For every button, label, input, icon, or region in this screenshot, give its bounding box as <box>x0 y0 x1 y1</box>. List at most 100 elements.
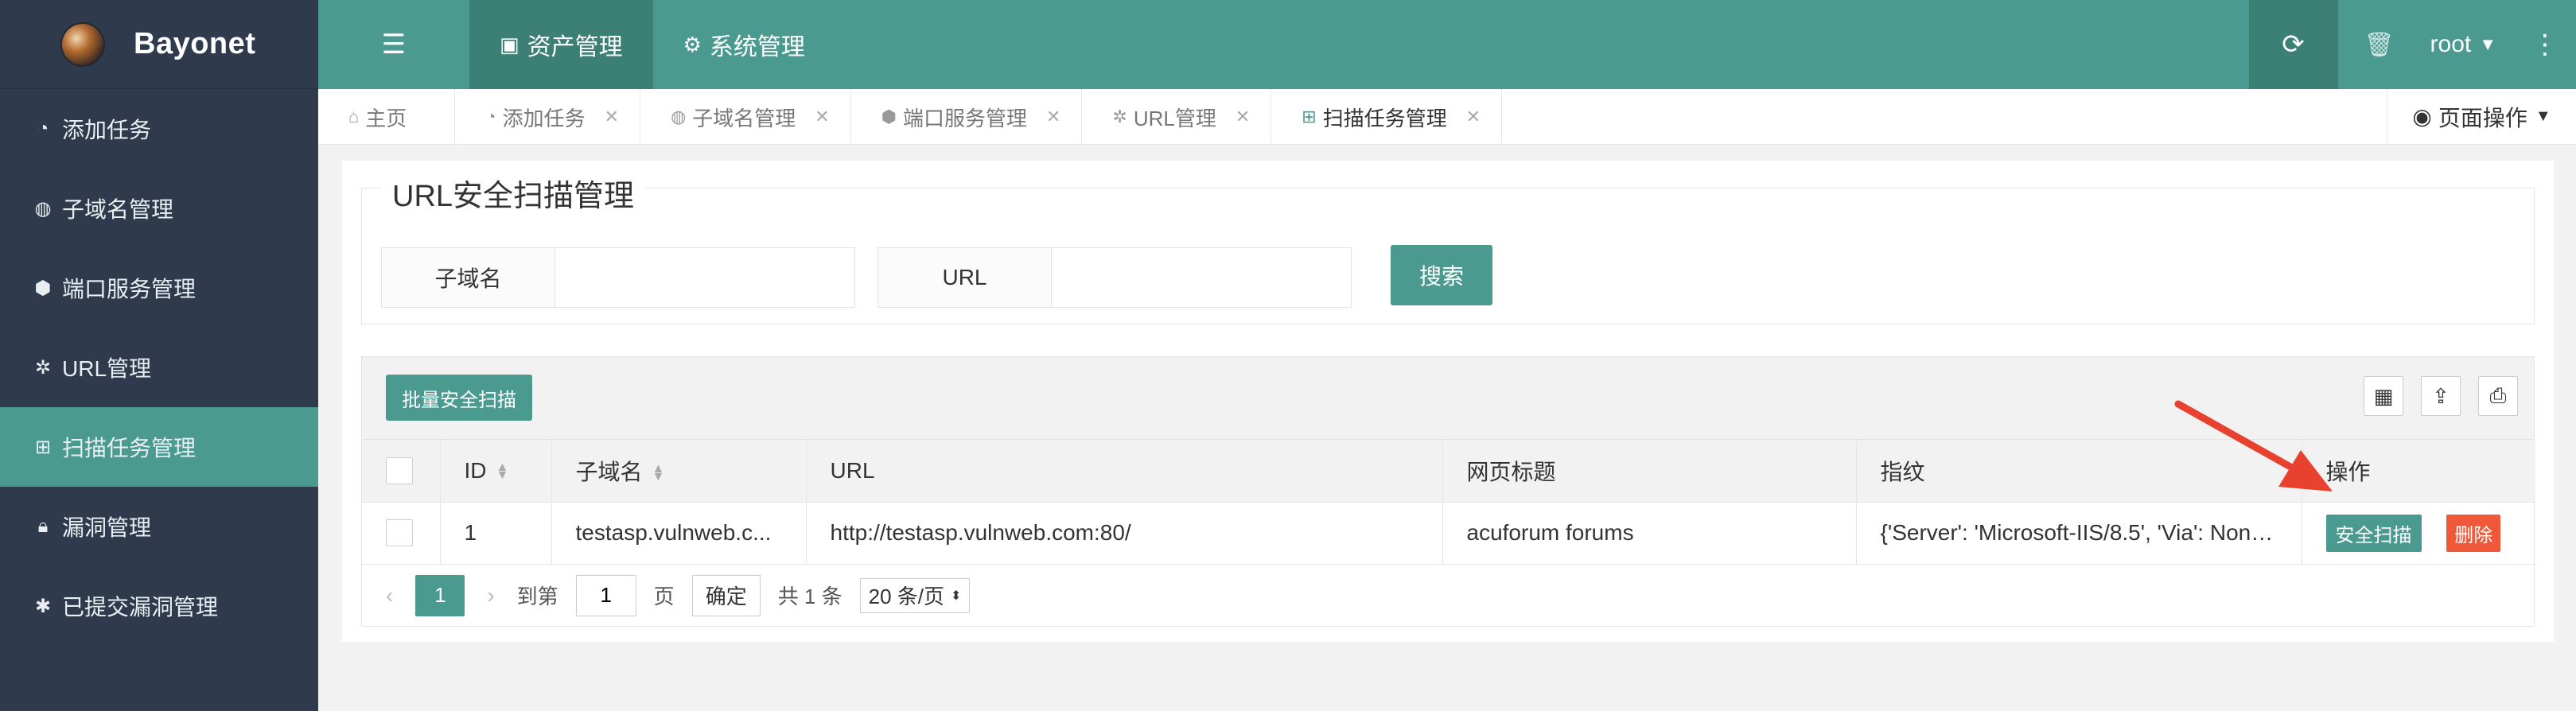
current-page[interactable]: 1 <box>415 574 465 616</box>
pagination: ‹ 1 › 到第 页 确定 共 1 条 20 条/页 ⬍ <box>362 565 2534 627</box>
batch-scan-button[interactable]: 批量安全扫描 <box>386 375 532 421</box>
page-tab-home[interactable]: ⌂ 主页 <box>318 89 456 145</box>
logo-area: Bayonet <box>0 0 318 89</box>
cogs-icon: ⚙ <box>683 32 702 56</box>
paw-icon: ✲ <box>34 356 52 379</box>
cell-actions: 安全扫描 删除 <box>2302 502 2535 565</box>
page-operations-menu[interactable]: ◉ 页面操作 ▼ <box>2387 89 2576 144</box>
total-count: 共 1 条 <box>777 585 842 608</box>
address-book-icon: ▣ <box>500 32 519 56</box>
caret-down-icon: ▼ <box>2479 34 2496 54</box>
top-tab-label: 系统管理 <box>709 34 805 60</box>
sort-icon[interactable]: ▲ ▼ <box>496 461 509 482</box>
sidebar-item-label: 端口服务管理 <box>62 277 197 301</box>
plus-square-icon: ⊞ <box>34 436 52 458</box>
column-header-url: URL <box>806 440 1443 503</box>
page-size-value: 20 条/页 <box>868 585 944 608</box>
subdomain-input[interactable] <box>555 248 854 307</box>
cell-fingerprint: {'Server': 'Microsoft-IIS/8.5', 'Via': N… <box>1856 502 2302 565</box>
trash-icon[interactable]: 🗑︎ <box>2338 0 2421 89</box>
next-page-icon[interactable]: › <box>487 583 494 608</box>
app-title: Bayonet <box>134 27 256 60</box>
close-icon[interactable]: ✕ <box>1235 107 1250 127</box>
page-tab-label: 子域名管理 <box>692 106 796 130</box>
more-vertical-icon[interactable]: ⋮ <box>2514 29 2576 60</box>
close-icon[interactable]: ✕ <box>1046 107 1060 127</box>
sidebar-item-scan-task[interactable]: ⊞ 扫描任务管理 <box>0 407 318 487</box>
lock-icon: 🔒︎ <box>37 515 49 537</box>
subdomain-field: 子域名 <box>381 247 855 308</box>
menu-toggle-icon[interactable]: ☰ <box>318 0 469 89</box>
page-tab-label: 主页 <box>365 106 407 130</box>
refresh-icon[interactable]: ⟳ <box>2248 0 2338 89</box>
delete-button[interactable]: 删除 <box>2446 514 2501 552</box>
sidebar-item-label: 漏洞管理 <box>62 515 152 540</box>
close-icon[interactable]: ✕ <box>815 107 829 127</box>
bug-icon: ✱ <box>34 595 52 617</box>
home-icon: ⌂ <box>348 107 360 126</box>
caret-down-icon: ▼ <box>2535 107 2551 125</box>
sidebar-item-vuln[interactable]: 🔒︎ 漏洞管理 <box>0 487 318 566</box>
select-all-checkbox[interactable] <box>386 457 413 485</box>
row-checkbox[interactable] <box>386 519 413 547</box>
search-button[interactable]: 搜索 <box>1391 245 1492 305</box>
sidebar-item-add-task[interactable]: ◔ 添加任务 <box>0 89 318 169</box>
export-icon[interactable]: ⇪ <box>2421 376 2461 416</box>
logo-icon <box>62 23 103 65</box>
cell-title: acuforum forums <box>1442 502 1857 565</box>
sidebar-item-label: 子域名管理 <box>62 197 174 222</box>
target-icon: ◉ <box>2412 104 2432 129</box>
close-icon[interactable]: ✕ <box>1466 107 1481 127</box>
page-tab-port-service[interactable]: ⬢ 端口服务管理 ✕ <box>851 89 1083 145</box>
select-all-cell <box>362 440 441 503</box>
url-input[interactable] <box>1052 248 1351 307</box>
security-scan-button[interactable]: 安全扫描 <box>2325 514 2422 552</box>
url-field: URL <box>877 247 1352 308</box>
column-header-title: 网页标题 <box>1442 440 1857 503</box>
column-label: ID <box>464 457 487 483</box>
page-size-select[interactable]: 20 条/页 ⬍ <box>859 577 971 613</box>
cell-subdomain: testasp.vulnweb.c... <box>551 502 807 565</box>
sidebar-item-label: 添加任务 <box>62 118 152 142</box>
top-tab-system[interactable]: ⚙ 系统管理 <box>653 0 835 89</box>
goto-page-input[interactable] <box>575 574 636 616</box>
annotation-arrow-icon <box>2174 400 2333 491</box>
cube-icon: ⬢ <box>34 277 52 299</box>
page-tab-label: 端口服务管理 <box>902 106 1027 130</box>
row-select-cell <box>362 502 441 565</box>
page-tabs: ⌂ 主页 ◔ 添加任务 ✕ ◍ 子域名管理 ✕ ⬢ 端口服务管理 ✕ ✲ URL… <box>318 89 2576 145</box>
top-right-tools: ⟳ 🗑︎ root ▼ ⋮ <box>2248 0 2576 89</box>
page-operations-label: 页面操作 <box>2438 105 2527 130</box>
plus-square-icon: ⊞ <box>1302 107 1317 126</box>
goto-confirm-button[interactable]: 确定 <box>691 574 761 616</box>
print-icon[interactable]: ⎙ <box>2478 376 2518 416</box>
page-tab-url[interactable]: ✲ URL管理 ✕ <box>1082 89 1272 145</box>
sidebar-item-port-service[interactable]: ⬢ 端口服务管理 <box>0 248 318 328</box>
cell-id: 1 <box>440 502 552 565</box>
column-header-id[interactable]: ID ▲ ▼ <box>440 440 552 503</box>
sort-icon[interactable]: ▲ ▼ <box>652 463 665 484</box>
close-icon[interactable]: ✕ <box>605 107 619 127</box>
user-menu[interactable]: root ▼ <box>2421 31 2514 58</box>
dashboard-icon: ◔ <box>485 107 496 126</box>
cube-icon: ⬢ <box>881 107 897 126</box>
top-tab-assets[interactable]: ▣ 资产管理 <box>469 0 653 89</box>
column-header-subdomain[interactable]: 子域名 ▲ ▼ <box>551 440 807 503</box>
globe-icon: ◍ <box>34 197 52 220</box>
sidebar-item-url[interactable]: ✲ URL管理 <box>0 328 318 407</box>
page-tab-add-task[interactable]: ◔ 添加任务 ✕ <box>455 89 641 145</box>
sidebar: Bayonet ◔ 添加任务 ◍ 子域名管理 ⬢ 端口服务管理 ✲ URL管理 … <box>0 0 318 711</box>
page-tab-subdomain[interactable]: ◍ 子域名管理 ✕ <box>640 89 851 145</box>
prev-page-icon[interactable]: ‹ <box>386 583 393 608</box>
paw-icon: ✲ <box>1112 107 1127 126</box>
page-tab-label: URL管理 <box>1133 106 1216 130</box>
sidebar-item-label: 已提交漏洞管理 <box>62 595 219 620</box>
columns-filter-icon[interactable]: ▦ <box>2364 376 2403 416</box>
sidebar-item-subdomain[interactable]: ◍ 子域名管理 <box>0 169 318 248</box>
page-tab-scan-task[interactable]: ⊞ 扫描任务管理 ✕ <box>1271 89 1503 145</box>
top-navbar: ☰ ▣ 资产管理 ⚙ 系统管理 ⟳ 🗑︎ root ▼ ⋮ <box>318 0 2576 89</box>
cell-url: http://testasp.vulnweb.com:80/ <box>806 502 1443 565</box>
goto-label: 到第 <box>516 585 558 608</box>
sidebar-item-submitted-vuln[interactable]: ✱ 已提交漏洞管理 <box>0 566 318 646</box>
sidebar-nav: ◔ 添加任务 ◍ 子域名管理 ⬢ 端口服务管理 ✲ URL管理 ⊞ 扫描任务管理… <box>0 89 318 646</box>
